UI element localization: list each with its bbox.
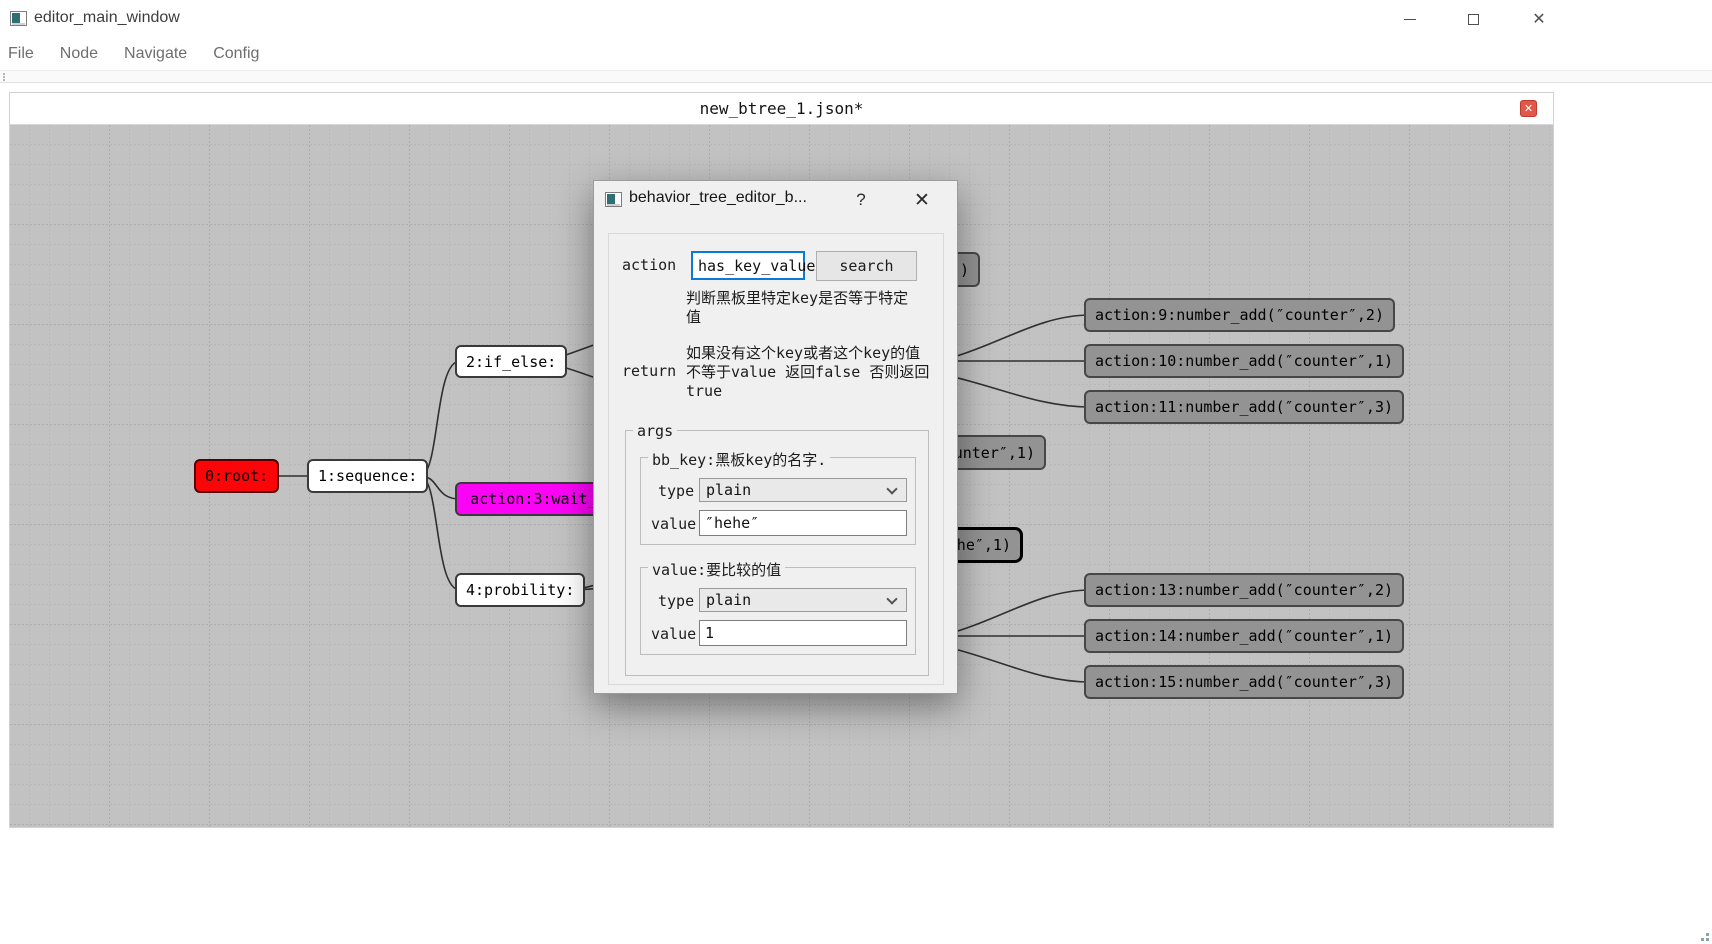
- bb-key-legend: bb_key:黑板key的名字.: [648, 449, 830, 470]
- bb-key-type-label: type: [658, 482, 694, 500]
- node-sequence[interactable]: 1:sequence:: [307, 459, 428, 493]
- value-type-label: type: [658, 592, 694, 610]
- menu-navigate[interactable]: Navigate: [124, 41, 187, 67]
- window-titlebar: editor_main_window ✕: [0, 0, 1712, 38]
- value-legend: value:要比较的值: [648, 559, 785, 580]
- bb-key-type-select[interactable]: plain: [699, 478, 907, 502]
- toolbar-strip: [0, 70, 1712, 83]
- window-title: editor_main_window: [34, 9, 180, 27]
- tab-new-btree[interactable]: new_btree_1.json*: [10, 99, 1553, 118]
- node-probility[interactable]: 4:probility:: [455, 573, 585, 607]
- node-action-14[interactable]: action:14:number_add(″counter″,1): [1084, 619, 1404, 653]
- value-value-input[interactable]: 1: [699, 620, 907, 646]
- app-icon: [10, 11, 27, 26]
- node-if-else[interactable]: 2:if_else:: [455, 345, 567, 378]
- chevron-down-icon: [886, 483, 897, 494]
- dialog-close-button[interactable]: ✕: [908, 186, 936, 214]
- bb-key-groupbox: bb_key:黑板key的名字. type plain value ″hehe″: [640, 457, 916, 545]
- maximize-button[interactable]: [1458, 6, 1488, 32]
- node-config-dialog: behavior_tree_editor_b... ? ✕ action has…: [593, 180, 958, 694]
- dialog-content-frame: action has_key_value search 判断黑板里特定key是否…: [608, 233, 944, 685]
- value-type-select[interactable]: plain: [699, 588, 907, 612]
- args-legend: args: [633, 422, 677, 440]
- menu-node[interactable]: Node: [60, 41, 98, 67]
- node-action-11[interactable]: action:11:number_add(″counter″,3): [1084, 390, 1404, 424]
- node-action-10[interactable]: action:10:number_add(″counter″,1): [1084, 344, 1404, 378]
- dialog-titlebar[interactable]: behavior_tree_editor_b... ? ✕: [594, 181, 957, 219]
- action-label: action: [622, 256, 676, 274]
- return-label: return: [622, 362, 676, 380]
- dialog-icon: [605, 192, 622, 207]
- node-root[interactable]: 0:root:: [194, 459, 279, 493]
- args-groupbox: args bb_key:黑板key的名字. type plain value ″…: [625, 430, 929, 676]
- toolbar-handle[interactable]: [3, 73, 5, 81]
- menu-config[interactable]: Config: [213, 41, 259, 67]
- return-description: 如果没有这个key或者这个key的值不等于value 返回false 否则返回 …: [686, 344, 933, 401]
- tab-close-button[interactable]: ✕: [1520, 100, 1537, 117]
- search-button[interactable]: search: [816, 251, 917, 281]
- chevron-down-icon: [886, 593, 897, 604]
- bb-key-type-value: plain: [706, 481, 751, 499]
- value-groupbox: value:要比较的值 type plain value 1: [640, 567, 916, 655]
- node-action-13[interactable]: action:13:number_add(″counter″,2): [1084, 573, 1404, 607]
- tabbar: new_btree_1.json* ✕: [10, 93, 1553, 125]
- resize-grip[interactable]: [1697, 929, 1709, 941]
- bb-key-value-label: value: [651, 515, 696, 533]
- action-name-input[interactable]: has_key_value: [691, 251, 805, 280]
- menu-file[interactable]: File: [8, 41, 34, 67]
- minimize-button[interactable]: [1395, 6, 1425, 32]
- menubar: File Node Navigate Config: [0, 38, 1712, 70]
- value-type-value: plain: [706, 591, 751, 609]
- dialog-help-button[interactable]: ?: [848, 187, 874, 213]
- bb-key-value-input[interactable]: ″hehe″: [699, 510, 907, 536]
- value-value-label: value: [651, 625, 696, 643]
- action-description: 判断黑板里特定key是否等于特定值: [686, 289, 922, 327]
- close-button[interactable]: ✕: [1524, 6, 1554, 32]
- node-action-9[interactable]: action:9:number_add(″counter″,2): [1084, 298, 1395, 332]
- node-action-15[interactable]: action:15:number_add(″counter″,3): [1084, 665, 1404, 699]
- dialog-title: behavior_tree_editor_b...: [629, 189, 807, 207]
